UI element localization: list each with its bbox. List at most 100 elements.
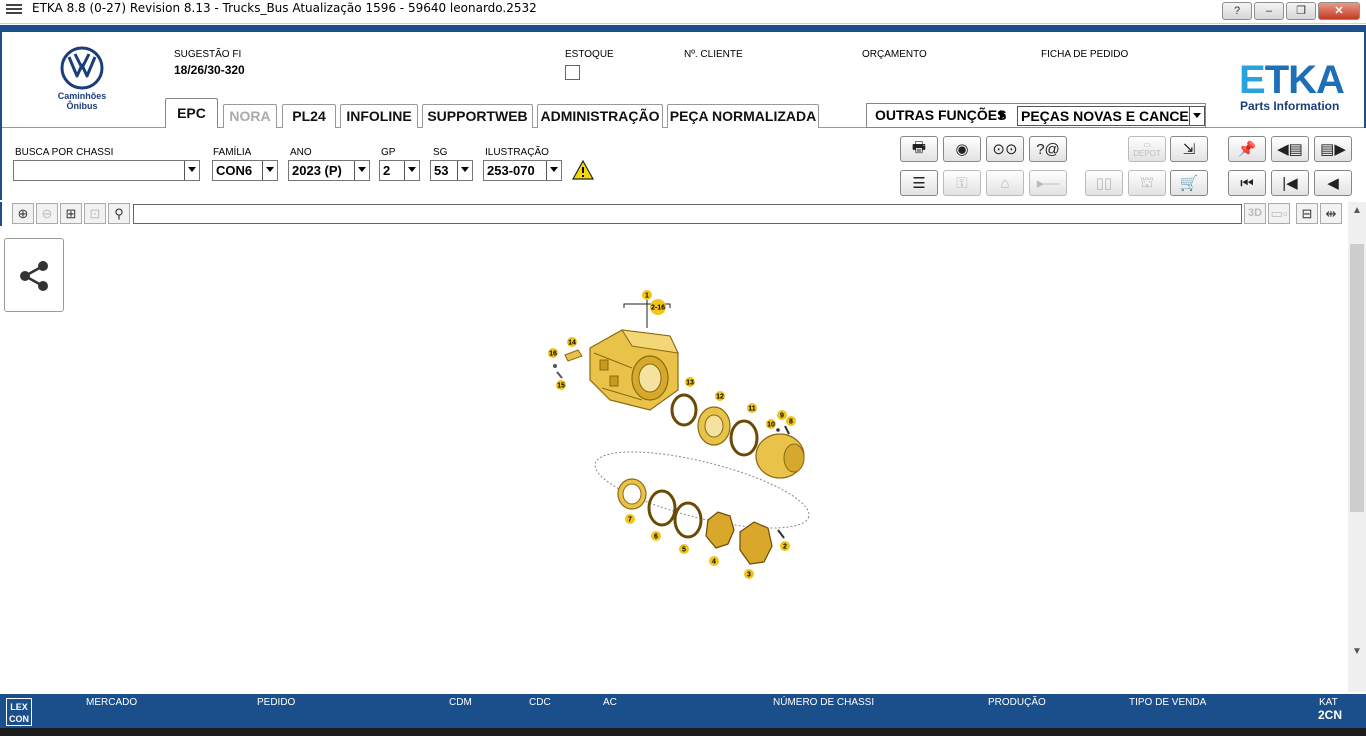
callout-14[interactable]: 14 — [567, 337, 577, 347]
snap-ring-7[interactable] — [617, 478, 647, 510]
scroll-up-icon[interactable]: ▲ — [1352, 205, 1362, 216]
screw-part[interactable] — [553, 364, 557, 368]
tab-infoline[interactable]: INFOLINE — [340, 104, 418, 128]
outras-funcoes-label[interactable]: OUTRAS FUNÇÕES — [875, 107, 1006, 123]
zoom-fit-button[interactable]: ⊞ — [60, 203, 82, 224]
zoom-region-button[interactable]: ⊡ — [84, 203, 106, 224]
compare-button[interactable]: ▭▫ — [1268, 203, 1290, 224]
cover-3[interactable] — [739, 521, 773, 565]
first-button[interactable]: ⏮ — [1228, 170, 1266, 196]
cover-4[interactable] — [705, 511, 735, 549]
disc-search-button[interactable]: ◉ — [943, 136, 981, 162]
vertical-scrollbar[interactable]: ▲ ▼ — [1348, 202, 1366, 692]
binoculars-button[interactable]: ⊙⊙ — [986, 136, 1024, 162]
estoque-checkbox[interactable] — [565, 65, 580, 80]
seal-ring-13[interactable] — [670, 393, 698, 427]
chevron-down-icon[interactable] — [1189, 107, 1204, 125]
help-email-button[interactable]: ?@ — [1029, 136, 1067, 162]
callout-8[interactable]: 8 — [786, 416, 796, 426]
system-menu-icon[interactable] — [6, 4, 22, 16]
tab-peca-normalizada[interactable]: PEÇA NORMALIZADA — [667, 104, 819, 128]
zoom-in-button[interactable]: ⊕ — [12, 203, 34, 224]
back-button[interactable]: ◀ — [1314, 170, 1352, 196]
callout-2-16[interactable]: 2-16 — [650, 299, 666, 315]
callout-6[interactable]: 6 — [651, 531, 661, 541]
seal-ring-6[interactable] — [647, 489, 677, 527]
path-field[interactable] — [133, 204, 1242, 224]
callout-11[interactable]: 11 — [747, 403, 757, 413]
callout-5[interactable]: 5 — [679, 544, 689, 554]
familia-select[interactable]: CON6 — [212, 160, 278, 181]
illustration-area[interactable]: 1 2-16 14 16 15 13 12 11 9 8 10 7 6 5 4 3 2 — [2, 228, 1348, 692]
chassi-select[interactable] — [13, 160, 200, 181]
ilustracao-select[interactable]: 253-070 — [483, 160, 562, 181]
callout-12[interactable]: 12 — [715, 391, 725, 401]
bolt-2[interactable] — [777, 529, 785, 539]
chevron-down-icon[interactable] — [546, 161, 561, 180]
chassis-button[interactable]: ⌂ — [986, 170, 1024, 196]
print-button[interactable]: 🖶 — [900, 136, 938, 162]
scroll-thumb[interactable] — [1350, 244, 1364, 512]
tab-administracao[interactable]: ADMINISTRAÇÃO — [537, 104, 663, 128]
split-view-icon: ⊟ — [1301, 206, 1313, 221]
producao-label: PRODUÇÃO — [988, 697, 1046, 708]
scroll-down-icon[interactable]: ▼ — [1352, 646, 1362, 657]
previous-button[interactable]: |◀ — [1271, 170, 1309, 196]
callout-3[interactable]: 3 — [744, 569, 754, 579]
tab-nora[interactable]: NORA — [223, 104, 277, 128]
split-view-button[interactable]: ⊟ — [1296, 203, 1318, 224]
close-button[interactable]: ✕ — [1318, 2, 1360, 20]
zoom-out-button[interactable]: ⊖ — [36, 203, 58, 224]
callout-7[interactable]: 7 — [625, 514, 635, 524]
cylinder-part[interactable] — [755, 433, 805, 479]
sg-select[interactable]: 53 — [430, 160, 473, 181]
minimize-button[interactable]: – — [1254, 2, 1284, 20]
cart-out-button[interactable]: ⇲ — [1170, 136, 1208, 162]
next-page-button[interactable]: ▤▶ — [1314, 136, 1352, 162]
tab-pl24[interactable]: PL24 — [282, 104, 336, 128]
search-button[interactable]: ⚲ — [108, 203, 130, 224]
tab-epc[interactable]: EPC — [165, 98, 218, 128]
chevron-down-icon[interactable] — [262, 161, 277, 180]
list-button[interactable]: ☰ — [900, 170, 938, 196]
chevron-down-icon[interactable] — [404, 161, 419, 180]
dealer-button[interactable]: ⛫ — [1128, 170, 1166, 196]
bracket-part[interactable] — [564, 349, 583, 362]
outras-funcoes-select[interactable]: PEÇAS NOVAS E CANCEL. — [1017, 106, 1205, 126]
pin-part[interactable] — [556, 371, 563, 379]
washer-part[interactable] — [776, 428, 780, 432]
gp-select[interactable]: 2 — [379, 160, 420, 181]
chevron-down-icon[interactable] — [184, 161, 199, 180]
callout-4[interactable]: 4 — [709, 556, 719, 566]
prev-page-button[interactable]: ◀▤ — [1271, 136, 1309, 162]
restore-button[interactable]: ❐ — [1286, 2, 1316, 20]
bolt-part[interactable] — [784, 425, 790, 435]
gear-housing[interactable] — [589, 329, 679, 411]
ano-select[interactable]: 2023 (P) — [288, 160, 370, 181]
resize-button[interactable]: ⇹ — [1320, 203, 1342, 224]
depot-button[interactable]: ▭ DEPOT — [1128, 136, 1166, 162]
tab-supportweb[interactable]: SUPPORTWEB — [422, 104, 533, 128]
callout-16[interactable]: 16 — [548, 348, 558, 358]
pin-button[interactable]: 📌 — [1228, 136, 1266, 162]
seal-ring-11[interactable] — [729, 419, 759, 457]
callout-2[interactable]: 2 — [780, 541, 790, 551]
view-3d-button[interactable]: 3D — [1244, 203, 1266, 224]
share-button[interactable] — [4, 238, 64, 312]
collapse-button[interactable]: ▸— — [1029, 170, 1067, 196]
key-button[interactable]: ⚿ — [943, 170, 981, 196]
warning-icon[interactable] — [572, 160, 594, 180]
exploded-parts-diagram[interactable]: 12-16 14 16 15 13 12 11 98 10 7 6 5 4 3 2 — [2, 228, 1348, 692]
chevron-down-icon[interactable] — [457, 161, 472, 180]
cart-button[interactable]: 🛒 — [1170, 170, 1208, 196]
callout-9[interactable]: 9 — [777, 410, 787, 420]
callout-15[interactable]: 15 — [556, 380, 566, 390]
callout-13[interactable]: 13 — [685, 377, 695, 387]
help-button[interactable]: ? — [1222, 2, 1252, 20]
seal-ring-5[interactable] — [673, 501, 703, 539]
callout-1[interactable]: 1 — [642, 290, 652, 300]
chevron-down-icon[interactable] — [354, 161, 369, 180]
bearing-12[interactable] — [697, 406, 731, 446]
computer-button[interactable]: ▯▯ — [1085, 170, 1123, 196]
callout-10[interactable]: 10 — [766, 419, 776, 429]
